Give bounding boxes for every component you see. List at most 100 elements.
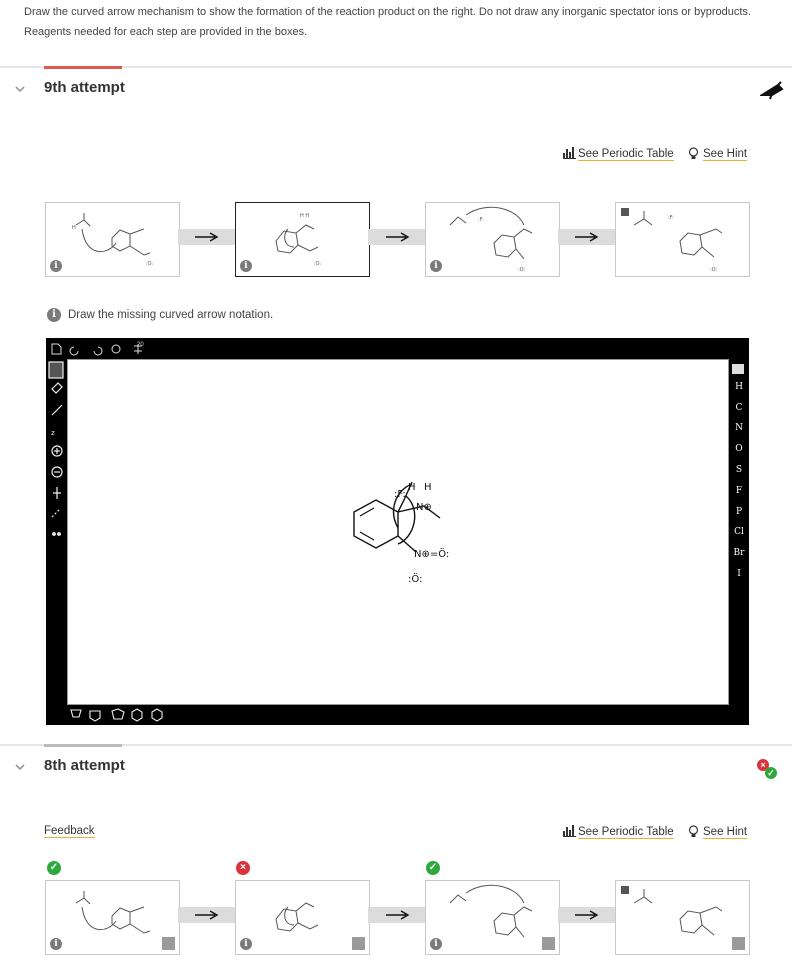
info-icon: i (47, 308, 61, 322)
expand-icon[interactable] (162, 937, 175, 950)
benzene-icon (151, 708, 163, 722)
ring-templates-toolbar[interactable] (68, 708, 168, 722)
element-Cl[interactable]: Cl (731, 527, 747, 537)
svg-text::F:: :F: (668, 215, 674, 221)
info-icon[interactable]: i (50, 260, 62, 272)
see-hint-link-previous[interactable]: See Hint (703, 826, 748, 839)
correct-status-icon: ✓ (47, 861, 61, 875)
step-3-structure (449, 884, 533, 938)
mechanism-step-3[interactable]: :F: :O: i (425, 202, 560, 277)
info-icon[interactable]: i (430, 260, 442, 272)
expand-icon[interactable] (352, 937, 365, 950)
previous-step-3[interactable]: i (425, 880, 560, 955)
mechanism-step-1[interactable]: H :O: i (45, 202, 180, 277)
product-structure (621, 886, 723, 936)
attempt-indicator (44, 744, 122, 747)
periodic-table-icon (563, 825, 576, 837)
zoom-icon (111, 344, 121, 354)
svg-text:H: H (72, 225, 76, 231)
previous-step-2[interactable]: i (235, 880, 370, 955)
redo-icon (93, 346, 103, 356)
radical-icon (53, 487, 61, 499)
svg-text:N⊕: N⊕ (416, 502, 432, 513)
incorrect-status-icon: × (236, 861, 250, 875)
editor-top-toolbar (51, 343, 142, 356)
chevron-down-icon[interactable] (14, 83, 26, 95)
svg-text::F:: :F: (478, 217, 484, 223)
attempt-title[interactable]: 9th attempt (44, 79, 125, 96)
ring-size-label: 20 (137, 342, 144, 348)
attempt-title-previous[interactable]: 8th attempt (44, 757, 125, 774)
correct-status-icon: ✓ (426, 861, 440, 875)
lightbulb-icon (688, 825, 699, 837)
partial-result-icon: × ✓ (757, 759, 779, 779)
expand-icon[interactable] (542, 937, 555, 950)
element-P[interactable]: P (731, 507, 747, 517)
element-F[interactable]: F (731, 486, 747, 496)
previous-product (615, 880, 750, 955)
mechanism-step-2[interactable]: H H :O: i (235, 202, 370, 277)
reaction-arrow-icon (386, 232, 410, 242)
svg-text:H: H (424, 482, 432, 493)
lightbulb-icon (688, 147, 699, 159)
svg-text::O:: :O: (710, 267, 718, 273)
periodic-table-tool-icon[interactable] (732, 364, 744, 374)
active-attempt-indicator (44, 66, 122, 69)
cyclopentane-icon (111, 708, 125, 720)
drawing-canvas[interactable]: :F: H H N⊕ N⊕=Ö: :Ö: (67, 359, 729, 705)
cyclohexane-icon (131, 708, 143, 722)
intermediate-structure: :F: H H N⊕ N⊕=Ö: :Ö: (353, 481, 449, 585)
step-2-structure: H H :O: (275, 213, 322, 267)
info-icon[interactable]: i (240, 938, 252, 950)
arrow-tool-icon (51, 508, 61, 518)
pin-icon[interactable] (760, 79, 784, 101)
eraser-icon (51, 382, 63, 394)
svg-text:z: z (51, 429, 55, 437)
element-C[interactable]: C (731, 403, 747, 413)
info-icon[interactable]: i (240, 260, 252, 272)
info-icon[interactable]: i (50, 938, 62, 950)
reaction-arrow-icon (575, 232, 599, 242)
periodic-table-icon (563, 147, 576, 159)
svg-text::O:: :O: (518, 267, 526, 273)
svg-text:H: H (408, 482, 416, 493)
instruction-message: Draw the missing curved arrow notation. (68, 309, 274, 321)
reaction-arrow-icon (386, 910, 410, 920)
see-periodic-table-link[interactable]: See Periodic Table (578, 148, 674, 161)
feedback-link[interactable]: Feedback (44, 825, 95, 838)
info-icon[interactable]: i (430, 938, 442, 950)
expand-icon[interactable] (732, 937, 745, 950)
svg-text::O:: :O: (146, 261, 154, 267)
previous-step-1[interactable]: i (45, 880, 180, 955)
chevron-down-icon[interactable] (14, 761, 26, 773)
element-I[interactable]: I (731, 569, 747, 579)
reaction-arrow-icon (575, 910, 599, 920)
bond-icon (51, 404, 63, 416)
reaction-arrow-icon (195, 232, 219, 242)
svg-text:N⊕=Ö:: N⊕=Ö: (414, 547, 449, 560)
reaction-arrow-icon (195, 910, 219, 920)
svg-text::Ö:: :Ö: (408, 572, 422, 585)
step-3-structure: :F: :O: (449, 206, 533, 273)
step-1-structure: H :O: (72, 213, 154, 267)
element-N[interactable]: N (731, 423, 747, 433)
see-hint-link[interactable]: See Hint (703, 148, 748, 161)
element-Br[interactable]: Br (731, 548, 747, 558)
undo-icon (69, 346, 79, 356)
step-2-structure (275, 902, 319, 932)
product-structure: :F: :O: (621, 208, 723, 273)
select-tool-icon (48, 361, 64, 379)
chain-template-icon (70, 709, 82, 718)
editor-left-toolbar[interactable]: z (48, 361, 66, 541)
element-S[interactable]: S (731, 465, 747, 475)
see-periodic-table-link-previous[interactable]: See Periodic Table (578, 826, 674, 839)
svg-text::O:: :O: (314, 261, 322, 267)
svg-text:H H: H H (300, 213, 309, 219)
new-document-icon (51, 343, 62, 355)
step-1-structure (75, 891, 151, 934)
element-O[interactable]: O (731, 444, 747, 454)
cyclobutane-icon (89, 710, 101, 722)
element-H[interactable]: H (731, 382, 747, 392)
instructions: Draw the curved arrow mechanism to show … (24, 6, 751, 38)
mechanism-product: :F: :O: (615, 202, 750, 277)
